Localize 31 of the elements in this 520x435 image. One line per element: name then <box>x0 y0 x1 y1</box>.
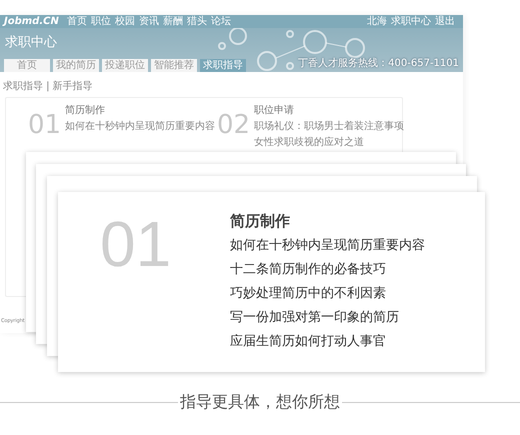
site-logo[interactable]: Jobmd.CN <box>4 16 59 26</box>
breadcrumb: 求职指导 | 新手指导 <box>3 82 93 92</box>
nav-link[interactable]: 论坛 <box>210 16 231 26</box>
nav-tab[interactable]: 我的简历 <box>53 59 99 72</box>
nav-tab[interactable]: 智能推荐 <box>151 59 197 72</box>
article-link[interactable]: 如何在十秒钟内呈现简历重要内容 <box>230 239 425 252</box>
nav-tab[interactable]: 求职指导 <box>200 59 246 72</box>
article-link[interactable]: 写一份加强对第一印象的简历 <box>230 311 425 324</box>
user-link[interactable]: 北海 <box>367 16 387 26</box>
section-title: 简历制作 <box>65 106 106 116</box>
user-link[interactable]: 求职中心 <box>391 16 431 26</box>
article-link[interactable]: 巧妙处理简历中的不利因素 <box>230 287 425 300</box>
nav-link[interactable]: 资讯 <box>138 16 159 26</box>
user-link[interactable]: 退出 <box>435 16 455 26</box>
section-title: 简历制作 <box>230 214 291 229</box>
nav-link[interactable]: 首页 <box>66 16 87 26</box>
article-link[interactable]: 如何在十秒钟内呈现简历重要内容 <box>65 122 216 132</box>
article-link[interactable]: 十二条简历制作的必备技巧 <box>230 263 425 276</box>
nav-tab[interactable]: 首页 <box>4 59 50 72</box>
article-link[interactable]: 职场礼仪：职场男士着装注意事项 <box>254 122 404 132</box>
nav-tab[interactable]: 投递职位 <box>102 59 148 72</box>
section-title: 职位申请 <box>254 106 296 116</box>
nav-link[interactable]: 猎头 <box>186 16 207 26</box>
page-title: 求职中心 <box>5 34 57 52</box>
article-link[interactable]: 女性求职歧视的应对之道 <box>254 138 404 148</box>
nav-link[interactable]: 薪酬 <box>162 16 183 26</box>
nav-link[interactable]: 职位 <box>90 16 111 26</box>
nav-link[interactable]: 校园 <box>114 16 135 26</box>
hotline-text: 丁香人才服务热线：400-657-1101 <box>298 59 459 69</box>
slogan: 指导更具体，想你所想 <box>179 394 341 410</box>
article-link[interactable]: 应届生简历如何打动人事官 <box>230 335 425 348</box>
